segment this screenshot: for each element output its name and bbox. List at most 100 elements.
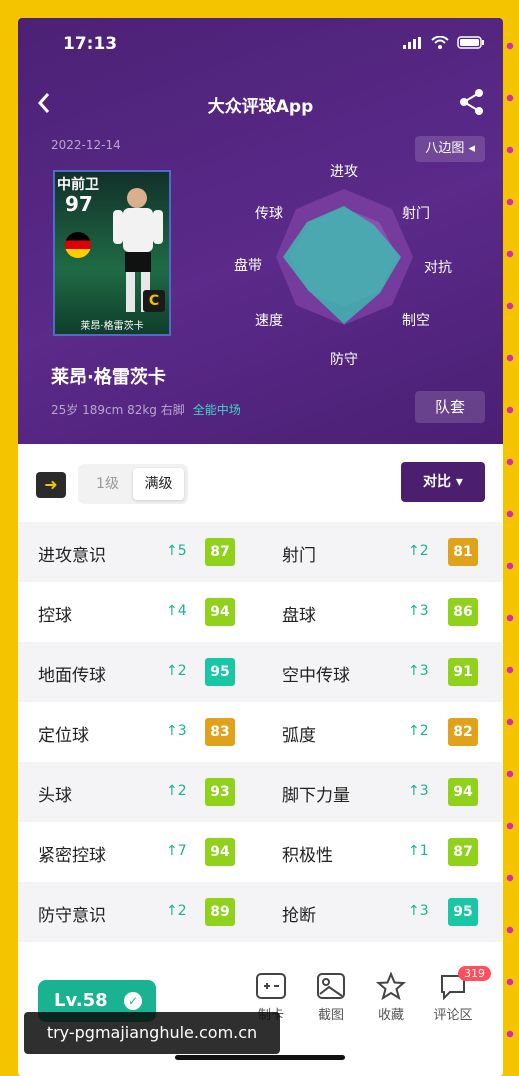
player-bio: 25岁 189cm 82kg 右脚 (51, 403, 185, 417)
stat-label: 防守意识 (38, 906, 106, 926)
level-1-option[interactable]: 1级 (82, 468, 133, 500)
stat-controls: ➜ 1级 满级 对比 ▾ (18, 444, 503, 522)
level-toggle: 1级 满级 (78, 464, 188, 504)
stat-gain: ↑3 (408, 603, 429, 619)
radar-label-physical: 对抗 (424, 260, 452, 276)
player-card[interactable]: 中前卫 97 C 莱昂·格雷茨卡 (53, 170, 171, 336)
share-icon (460, 89, 483, 115)
card-position: 中前卫 (57, 177, 99, 193)
stat-gain: ↑1 (408, 843, 429, 859)
arrow-right-icon[interactable]: ➜ (36, 472, 66, 498)
player-info: 25岁 189cm 82kg 右脚 全能中场 (51, 401, 241, 418)
stat-label: 控球 (38, 606, 72, 626)
stat-row: 地面传球 ↑2 95 空中传球 ↑3 91 (18, 642, 503, 702)
stat-label: 地面传球 (38, 666, 106, 686)
stat-gain: ↑2 (408, 723, 429, 739)
tab-label-screenshot: 截图 (317, 1008, 344, 1023)
stat-row: 防守意识 ↑2 89 抢断 ↑3 95 (18, 882, 503, 942)
stat-cell: 紧密控球 ↑7 94 (18, 822, 260, 882)
player-header: 17:13 大众评球App 2022-12-14 八边图 ◂ 中前卫 97 C … (18, 18, 503, 444)
stat-cell: 地面传球 ↑2 95 (18, 642, 260, 702)
stat-gain: ↑3 (408, 783, 429, 799)
stat-value-badge: 82 (448, 718, 478, 746)
stat-row: 控球 ↑4 94 盘球 ↑3 86 (18, 582, 503, 642)
stat-row: 进攻意识 ↑5 87 射门 ↑2 81 (18, 522, 503, 582)
stat-value-badge: 91 (448, 658, 478, 686)
stat-gain: ↑5 (166, 543, 187, 559)
stat-cell: 积极性 ↑1 87 (260, 822, 502, 882)
radar-label-passing: 传球 (255, 206, 283, 222)
stat-label: 进攻意识 (38, 546, 106, 566)
radar-inner (290, 208, 398, 306)
status-time: 17:13 (63, 34, 118, 54)
stat-gain: ↑3 (408, 663, 429, 679)
share-button[interactable] (459, 88, 489, 118)
stat-cell: 盘球 ↑3 86 (260, 582, 502, 642)
stat-value-badge: 95 (205, 658, 235, 686)
stat-value-badge: 86 (448, 598, 478, 626)
status-bar: 17:13 (18, 18, 503, 74)
stat-cell: 进攻意识 ↑5 87 (18, 522, 260, 582)
player-role: 全能中场 (192, 403, 241, 417)
stat-cell: 控球 ↑4 94 (18, 582, 260, 642)
radar-label-speed: 速度 (255, 313, 283, 329)
tab-comments[interactable]: 评论区 319 (428, 966, 491, 1023)
radar-label-defense: 防守 (330, 352, 358, 368)
player-name: 莱昂·格雷茨卡 (51, 367, 166, 388)
stat-cell: 抢断 ↑3 95 (260, 882, 502, 942)
stat-gain: ↑2 (166, 783, 187, 799)
card-rating: 97 (65, 192, 93, 216)
radar-label-aerial: 制空 (402, 313, 430, 329)
stat-value-badge: 93 (205, 778, 235, 806)
stat-value-badge: 81 (448, 538, 478, 566)
chart-type-switch[interactable]: 八边图 ◂ (415, 136, 485, 162)
stat-gain: ↑3 (408, 903, 429, 919)
tab-favorite[interactable]: 收藏 (366, 972, 416, 1023)
stat-label: 紧密控球 (38, 846, 106, 866)
stat-cell: 定位球 ↑3 83 (18, 702, 260, 762)
stat-gain: ↑7 (166, 843, 187, 859)
radar-label-shooting: 射门 (402, 206, 430, 222)
stat-label: 抢断 (282, 906, 316, 926)
kit-button[interactable]: 队套 (415, 391, 485, 423)
stat-label: 脚下力量 (282, 786, 350, 806)
data-date: 2022-12-14 (51, 138, 121, 152)
card-player-name: 莱昂·格雷茨卡 (80, 321, 144, 332)
page-title: 大众评球App (207, 97, 314, 117)
stat-gain: ↑2 (408, 543, 429, 559)
nav-bar: 大众评球App (18, 86, 503, 122)
stat-cell: 脚下力量 ↑3 94 (260, 762, 502, 822)
stat-cell: 空中传球 ↑3 91 (260, 642, 502, 702)
stat-cell: 头球 ↑2 93 (18, 762, 260, 822)
tab-screenshot[interactable]: 截图 (306, 972, 356, 1023)
stat-value-badge: 94 (205, 598, 235, 626)
stat-gain: ↑2 (166, 903, 187, 919)
radar-label-attack: 进攻 (330, 164, 358, 180)
stat-row: 紧密控球 ↑7 94 积极性 ↑1 87 (18, 822, 503, 882)
germany-flag-icon (65, 232, 91, 258)
stat-label: 射门 (282, 546, 316, 566)
stat-value-badge: 87 (448, 838, 478, 866)
tab-label-comments: 评论区 (433, 1008, 473, 1023)
phone-screen: 17:13 大众评球App 2022-12-14 八边图 ◂ 中前卫 97 C … (18, 18, 503, 1076)
card-class-badge: C (143, 290, 165, 312)
radar-label-dribbling: 盘带 (234, 258, 262, 274)
level-max-option[interactable]: 满级 (133, 468, 184, 500)
stat-gain: ↑4 (166, 603, 187, 619)
compare-button[interactable]: 对比 ▾ (401, 462, 485, 502)
stat-value-badge: 94 (448, 778, 478, 806)
wifi-icon (431, 36, 449, 49)
radar-outer (276, 189, 413, 325)
stats-table: 进攻意识 ↑5 87 射门 ↑2 81 控球 ↑4 94 盘球 ↑3 86 地面传球 ↑2 95 空中传球 ↑3… (18, 522, 503, 942)
comment-count-badge: 319 (458, 966, 491, 981)
stat-gain: ↑3 (166, 723, 187, 739)
stat-cell: 弧度 ↑2 82 (260, 702, 502, 762)
level-value: Lv.58 (54, 990, 108, 1011)
home-indicator (175, 1055, 345, 1060)
chevron-down-icon: ✓ (124, 992, 142, 1010)
stat-label: 定位球 (38, 726, 89, 746)
stat-label: 空中传球 (282, 666, 350, 686)
stat-label: 弧度 (282, 726, 316, 746)
radar-stats-area (283, 206, 401, 324)
stat-cell: 射门 ↑2 81 (260, 522, 502, 582)
